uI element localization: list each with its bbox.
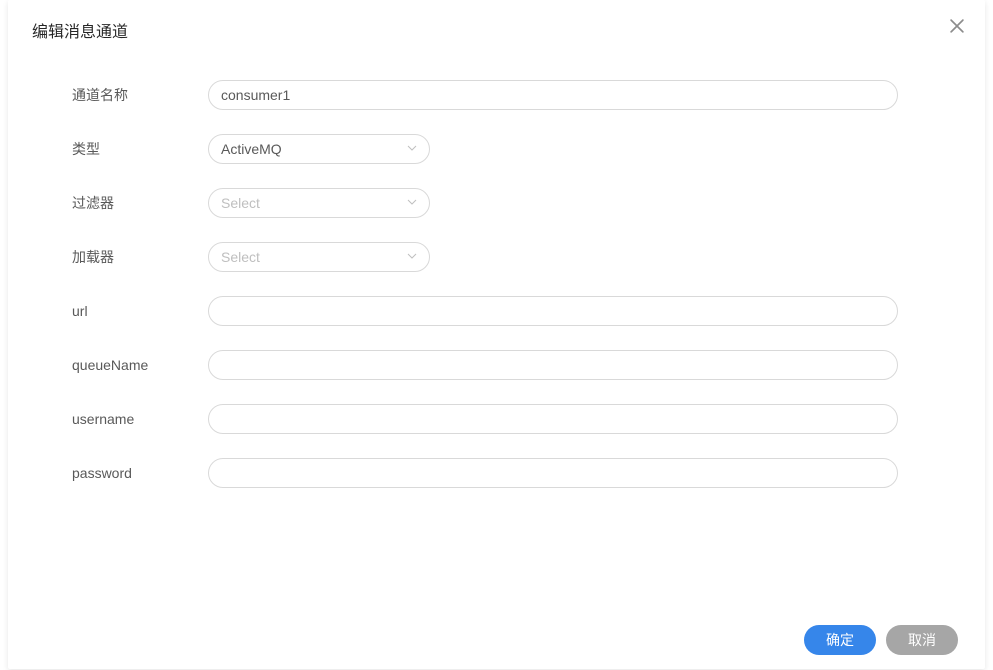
channel-name-input[interactable] xyxy=(208,80,898,110)
password-input[interactable] xyxy=(208,458,898,488)
queue-name-input[interactable] xyxy=(208,350,898,380)
filter-select-placeholder: Select xyxy=(221,195,260,211)
label-queue-name: queueName xyxy=(32,357,208,373)
form-row-channel-name: 通道名称 xyxy=(32,80,961,110)
label-filter: 过滤器 xyxy=(32,193,208,213)
form-row-filter: 过滤器 Select xyxy=(32,188,961,218)
url-input[interactable] xyxy=(208,296,898,326)
modal-title: 编辑消息通道 xyxy=(32,18,961,42)
form-row-password: password xyxy=(32,458,961,488)
form-row-username: username xyxy=(32,404,961,434)
modal-footer: 确定 取消 xyxy=(8,613,985,669)
edit-message-channel-modal: 编辑消息通道 通道名称 类型 ActiveMQ xyxy=(8,0,985,669)
close-icon xyxy=(950,19,964,33)
type-select-value: ActiveMQ xyxy=(221,141,282,157)
form-row-queue-name: queueName xyxy=(32,350,961,380)
form-row-url: url xyxy=(32,296,961,326)
loader-select[interactable]: Select xyxy=(208,242,430,272)
form-row-loader: 加载器 Select xyxy=(32,242,961,272)
cancel-button[interactable]: 取消 xyxy=(886,625,958,655)
label-username: username xyxy=(32,411,208,427)
form-row-type: 类型 ActiveMQ xyxy=(32,134,961,164)
loader-select-placeholder: Select xyxy=(221,249,260,265)
label-channel-name: 通道名称 xyxy=(32,85,208,105)
label-password: password xyxy=(32,465,208,481)
username-input[interactable] xyxy=(208,404,898,434)
filter-select[interactable]: Select xyxy=(208,188,430,218)
modal-header: 编辑消息通道 xyxy=(8,0,985,56)
type-select[interactable]: ActiveMQ xyxy=(208,134,430,164)
modal-body: 通道名称 类型 ActiveMQ xyxy=(8,56,985,613)
label-type: 类型 xyxy=(32,139,208,159)
label-url: url xyxy=(32,303,208,319)
label-loader: 加载器 xyxy=(32,247,208,267)
close-button[interactable] xyxy=(945,14,969,38)
confirm-button[interactable]: 确定 xyxy=(804,625,876,655)
